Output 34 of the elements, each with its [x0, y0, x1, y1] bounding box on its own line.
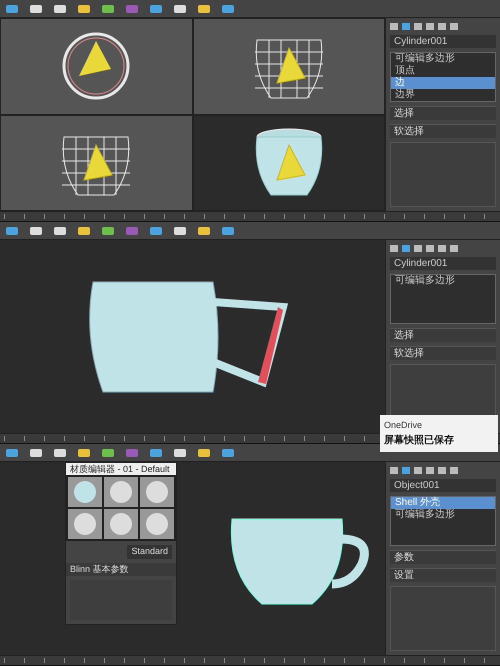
modifier-stack-item[interactable]: 可编辑多边形 — [391, 509, 495, 521]
material-sample-slot[interactable] — [68, 509, 102, 539]
material-sample-slot[interactable] — [104, 509, 138, 539]
viewport[interactable] — [192, 18, 385, 114]
rollout-header[interactable]: 软选择 — [390, 124, 496, 138]
rollout-header[interactable]: 选择 — [390, 106, 496, 120]
rollout-header[interactable]: Blinn 基本参数 — [66, 562, 176, 576]
modifier-stack-item[interactable]: 顶点 — [391, 65, 495, 77]
panel-tabs-icons-drawing — [390, 22, 460, 31]
modifier-stack-item[interactable]: 边界 — [391, 89, 495, 101]
material-sample-slot[interactable] — [68, 477, 102, 507]
notification-toast[interactable]: OneDrive 屏幕快照已保存 — [380, 415, 498, 452]
object-name-field[interactable]: Object001 — [390, 479, 496, 492]
viewport[interactable] — [0, 18, 192, 114]
notification-message: 屏幕快照已保存 — [384, 434, 455, 448]
window-title: 材质编辑器 - 01 - Default — [66, 463, 176, 475]
object-name-field[interactable]: Cylinder001 — [390, 35, 496, 48]
ring-wireframe-drawing — [61, 31, 132, 102]
material-sample-slot[interactable] — [140, 477, 174, 507]
panel-tabs-icons-drawing — [390, 244, 460, 253]
panel-tabs-icons-drawing — [390, 466, 460, 475]
viewport[interactable] — [192, 114, 385, 211]
notification-app-name: OneDrive — [384, 419, 424, 432]
material-sample-slot[interactable] — [140, 509, 174, 539]
rollout-header[interactable]: 软选择 — [390, 346, 496, 360]
rollout-header[interactable]: 选择 — [390, 328, 496, 342]
viewport[interactable] — [0, 114, 192, 211]
shader-type-field[interactable]: Standard — [127, 545, 172, 558]
modifier-stack-item[interactable]: 可编辑多边形 — [391, 53, 495, 65]
viewport[interactable] — [0, 240, 385, 433]
object-name-field[interactable]: Cylinder001 — [390, 257, 496, 270]
rollout-header[interactable]: 参数 — [390, 550, 496, 564]
rollout-header[interactable]: 设置 — [390, 568, 496, 582]
material-sample-slot[interactable] — [104, 477, 138, 507]
